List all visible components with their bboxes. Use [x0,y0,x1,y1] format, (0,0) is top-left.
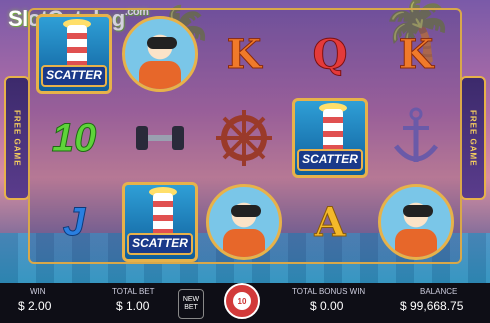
symbol-a: A [314,198,346,246]
total-bet-label: TOTAL BET [112,287,155,296]
dumbbell-icon [118,96,202,180]
bottom-bar: WIN $ 2.00 TOTAL BET $ 1.00 NEW BET 10 T… [0,283,490,323]
ship-wheel-icon [202,96,286,180]
bonus-label: TOTAL BONUS WIN [292,287,366,296]
symbol-k: K [226,30,262,78]
anchor-icon [374,96,458,180]
symbol-sailor [118,12,202,96]
symbol-k: K [398,30,434,78]
reel-grid: SCATTER 10 J SCATTER K Q SCATTER A K [28,8,462,264]
free-game-right-panel: FREE GAME [460,76,486,200]
bonus-value: $ 0.00 [310,299,344,313]
symbol-scatter: SCATTER [288,96,372,180]
symbol-10: 10 [51,115,97,160]
autospin-count: 10 [233,292,251,310]
symbol-scatter: SCATTER [118,180,202,264]
balance-label: BALANCE [420,287,458,296]
total-bet-value: $ 1.00 [116,299,150,313]
symbol-j: J [62,199,86,244]
win-label: WIN [30,287,46,296]
balance-value: $ 99,668.75 [400,299,464,313]
symbol-sailor [202,180,286,264]
symbol-scatter: SCATTER [32,12,116,96]
win-value: $ 2.00 [18,299,52,313]
new-bet-button[interactable]: NEW BET [178,289,204,319]
free-game-left-panel: FREE GAME [4,76,30,200]
spin-button[interactable]: 10 [224,283,260,319]
symbol-sailor [374,180,458,264]
symbol-q: Q [312,30,348,78]
